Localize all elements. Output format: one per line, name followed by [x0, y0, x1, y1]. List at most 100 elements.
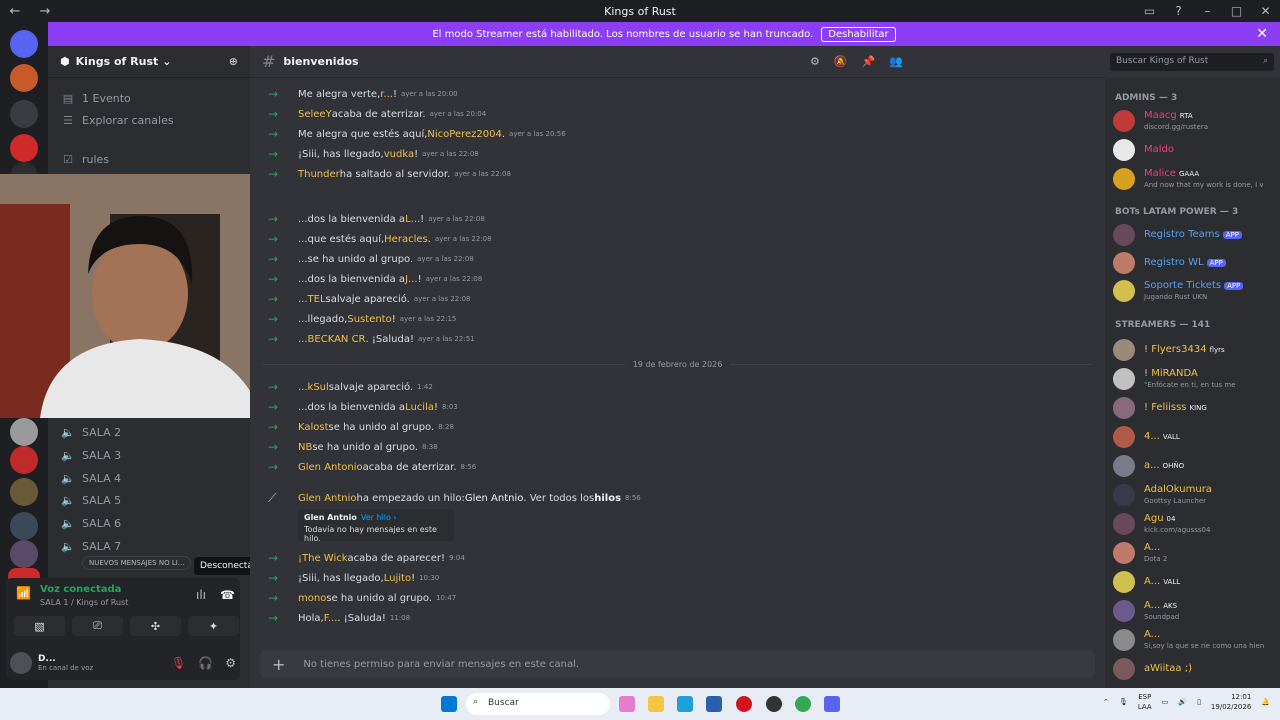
pin-icon[interactable]: 📌 [862, 55, 876, 68]
discord-home-icon[interactable] [10, 30, 38, 58]
search-input[interactable]: Buscar Kings of Rust ⌕ [1110, 53, 1274, 71]
server-icon[interactable] [10, 418, 38, 446]
member-item[interactable]: Maldo [1113, 137, 1275, 163]
message-author[interactable]: r... [380, 89, 393, 100]
member-item[interactable]: a... OHÑO [1113, 453, 1275, 479]
channel-rules[interactable]: ☑ rules [60, 149, 109, 169]
message-author[interactable]: Glen Antonio [298, 462, 363, 473]
maximize-button[interactable]: □ [1222, 4, 1251, 18]
message-author[interactable]: NicoPerez2004 [427, 129, 501, 140]
member-item[interactable]: aWiitaa ;) [1113, 656, 1275, 682]
message-author[interactable]: J... [405, 274, 418, 285]
taskbar-search[interactable]: ⌕ Buscar [466, 693, 610, 715]
opera-icon[interactable] [736, 696, 752, 712]
inbox-icon[interactable]: ▭ [1135, 4, 1164, 18]
voice-channel-sala-2[interactable]: 🔈 SALA 2 [60, 422, 121, 442]
message-author[interactable]: ...kSul [298, 382, 329, 393]
member-item[interactable]: AdalOkumura Goottsy Launcher [1113, 482, 1275, 508]
voice-channel-sala-6[interactable]: 🔈 SALA 6 [60, 513, 121, 533]
battery-icon[interactable]: ▯ [1197, 698, 1201, 706]
message-author[interactable]: vudka [384, 149, 414, 160]
message-author[interactable]: Heracles [384, 234, 428, 245]
language-indicator[interactable]: ESP LAA [1138, 692, 1152, 712]
mic-muted-icon[interactable]: 🎙 [171, 656, 186, 670]
message-author[interactable]: Thunder [298, 169, 340, 180]
threads-icon[interactable]: ⚙ [810, 55, 820, 68]
avatar[interactable] [10, 652, 32, 674]
close-icon[interactable]: ✕ [1256, 26, 1268, 42]
message-author[interactable]: L... [405, 214, 420, 225]
member-item[interactable]: Registro WL APP [1113, 250, 1275, 276]
store-icon[interactable] [706, 696, 722, 712]
member-item[interactable]: 4... VALL [1113, 424, 1275, 450]
message-author[interactable]: NB [298, 442, 312, 453]
minimize-button[interactable]: – [1193, 4, 1222, 18]
copilot-icon[interactable] [619, 696, 635, 712]
message-author[interactable]: mono [298, 593, 326, 604]
volume-icon[interactable]: 🔊 [1178, 698, 1187, 706]
threads-link[interactable]: hilos [594, 493, 621, 504]
headphones-icon[interactable]: 🎧 [198, 656, 213, 670]
voice-channel-sala-3[interactable]: 🔈 SALA 3 [60, 445, 121, 465]
events-item[interactable]: ▤ 1 Evento [60, 88, 131, 108]
member-item[interactable]: Agu 04 kick.com/agusss04 [1113, 511, 1275, 537]
disable-streamer-button[interactable]: Deshabilitar [821, 26, 896, 42]
microphone-icon[interactable]: 🎙 [1119, 698, 1128, 706]
message-author[interactable]: SeleeY [298, 109, 332, 120]
message-author[interactable]: Lujito [384, 573, 411, 584]
new-messages-pill[interactable]: NUEVOS MENSAJES NO LI... [82, 556, 192, 570]
chrome-icon[interactable] [795, 696, 811, 712]
member-item[interactable]: Registro Teams APP [1113, 222, 1275, 248]
help-icon[interactable]: ? [1164, 4, 1193, 18]
voice-channel-sala-7[interactable]: 🔈 SALA 7 [60, 536, 121, 556]
message-author[interactable]: F... [324, 613, 338, 624]
add-user-icon[interactable]: ⊕ [229, 55, 238, 68]
server-icon[interactable] [10, 64, 38, 92]
notifications-bell-icon[interactable]: 🔔 [1261, 698, 1270, 706]
soundboard-button[interactable]: ✦ [188, 616, 239, 636]
notifications-icon[interactable]: 🔕 [834, 55, 848, 68]
activities-button[interactable]: ✣ [130, 616, 181, 636]
noise-suppression-icon[interactable]: ılı [196, 588, 206, 602]
server-icon[interactable] [10, 134, 38, 162]
server-icon[interactable] [10, 512, 38, 540]
thread-card[interactable]: Glen Antnio Ver hilo › Todavía no hay men… [298, 509, 454, 543]
guild-header[interactable]: ⬢ Kings of Rust ⌄ ⊕ [48, 46, 250, 78]
voice-channel-sala-4[interactable]: 🔈 SALA 4 [60, 468, 121, 488]
clock[interactable]: 12:01 19/02/2026 [1211, 692, 1251, 712]
message-author[interactable]: Sustento [347, 314, 391, 325]
server-icon[interactable] [10, 100, 38, 128]
member-item[interactable]: A... VALL [1113, 569, 1275, 595]
edge-icon[interactable] [677, 696, 693, 712]
discord-taskbar-icon[interactable] [824, 696, 840, 712]
member-item[interactable]: ! MiRANDA "Enfócate en ti, en tus me [1113, 366, 1275, 392]
message-author[interactable]: ...TEL [298, 294, 326, 305]
member-item[interactable]: Malice GAAA And now that my work is done, … [1113, 166, 1275, 192]
server-icon[interactable] [10, 446, 38, 474]
close-window-button[interactable]: ✕ [1251, 4, 1280, 18]
server-icon[interactable] [10, 540, 38, 568]
voice-channel-sala-5[interactable]: 🔈 SALA 5 [60, 490, 121, 510]
settings-gear-icon[interactable]: ⚙ [225, 656, 236, 670]
chevron-up-icon[interactable]: ⌃ [1103, 698, 1109, 706]
screen-share-button[interactable]: ⎚ [72, 616, 123, 636]
disconnect-icon[interactable]: ☎ [220, 588, 235, 602]
member-list-icon[interactable]: 👥 [889, 55, 903, 68]
message-author[interactable]: Kalost [298, 422, 329, 433]
explore-channels-item[interactable]: ☰ Explorar canales [60, 110, 174, 130]
message-author[interactable]: Lucila [405, 402, 434, 413]
message-author[interactable]: Glen Antnio [298, 493, 357, 504]
obs-icon[interactable] [766, 696, 782, 712]
member-item[interactable]: A... Dota 2 [1113, 540, 1275, 566]
member-item[interactable]: ! Feliisss KING [1113, 395, 1275, 421]
view-thread-link[interactable]: Ver hilo › [361, 513, 397, 522]
message-author[interactable]: ...BECKAN CR [298, 334, 366, 345]
network-icon[interactable]: ▭ [1162, 698, 1169, 706]
file-explorer-icon[interactable] [648, 696, 664, 712]
member-item[interactable]: A... AKS Soundpad [1113, 598, 1275, 624]
server-icon[interactable] [10, 478, 38, 506]
camera-button[interactable]: ▧ [14, 616, 65, 636]
thread-name[interactable]: Glen Antnio [465, 493, 524, 504]
member-item[interactable]: Soporte Tickets APP Jugando Rust UKN [1113, 278, 1275, 304]
member-item[interactable]: ! Flyers3434 flyrs [1113, 337, 1275, 363]
